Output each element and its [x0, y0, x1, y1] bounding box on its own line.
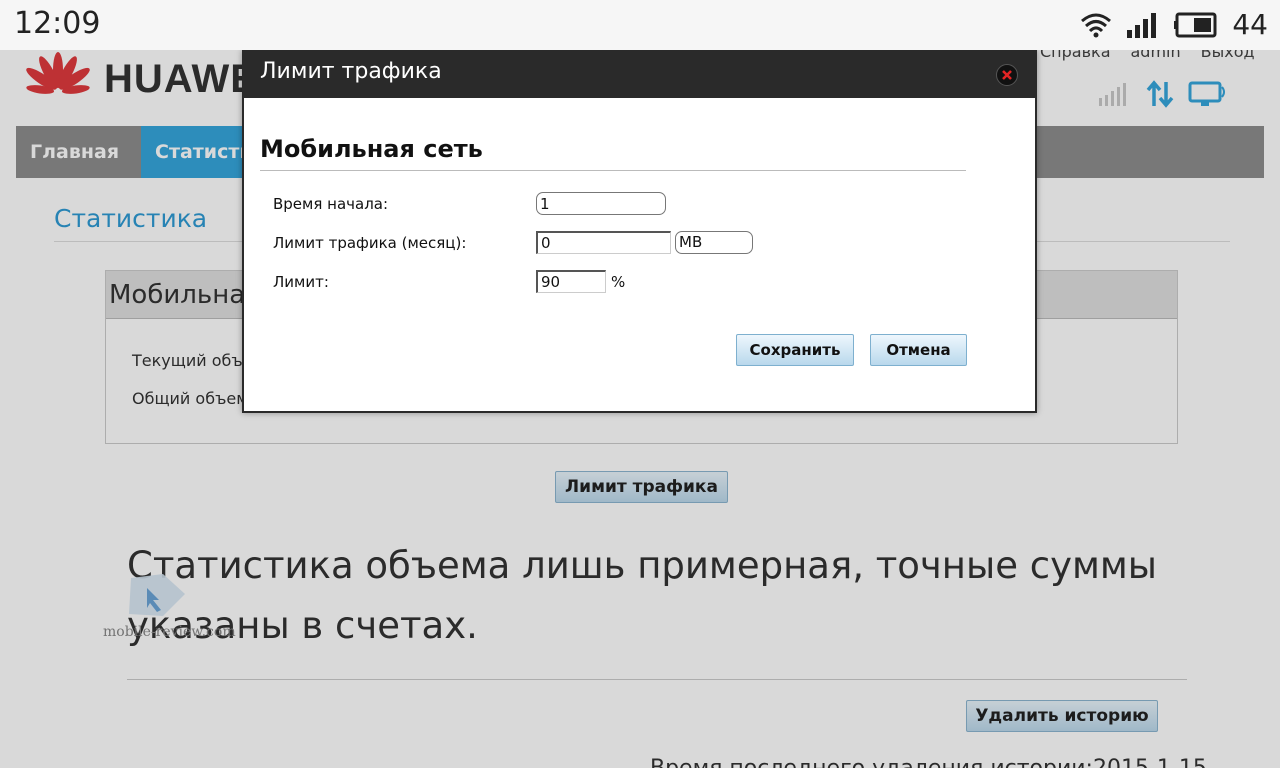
save-button[interactable]: Сохранить — [736, 334, 854, 366]
unit-select[interactable]: MB — [675, 231, 753, 254]
limit-percent-input[interactable] — [536, 270, 606, 293]
dialog-header: Лимит трафика — [244, 52, 1035, 98]
monthly-limit-label: Лимит трафика (месяц): — [273, 234, 467, 252]
percent-sign: % — [611, 273, 626, 291]
status-bar: 12:09 44 — [0, 0, 1280, 50]
start-time-input[interactable] — [536, 192, 666, 215]
wifi-icon — [1081, 13, 1112, 37]
status-time: 12:09 — [14, 6, 101, 41]
close-button[interactable] — [996, 64, 1018, 86]
cancel-button[interactable]: Отмена — [870, 334, 967, 366]
battery-level: 44 — [1232, 8, 1268, 41]
monthly-limit-input[interactable] — [536, 231, 671, 254]
dialog-section-title: Мобильная сеть — [260, 135, 483, 163]
start-time-label: Время начала: — [273, 195, 389, 213]
limit-percent-label: Лимит: — [273, 273, 329, 291]
dialog-section-divider — [260, 170, 966, 171]
traffic-limit-dialog: Лимит трафика Мобильная сеть Время начал… — [242, 50, 1037, 413]
dialog-title: Лимит трафика — [260, 59, 442, 84]
status-icons: 44 — [1080, 8, 1268, 41]
battery-icon — [1174, 12, 1217, 37]
close-icon — [1002, 70, 1012, 80]
signal-icon — [1127, 12, 1157, 38]
